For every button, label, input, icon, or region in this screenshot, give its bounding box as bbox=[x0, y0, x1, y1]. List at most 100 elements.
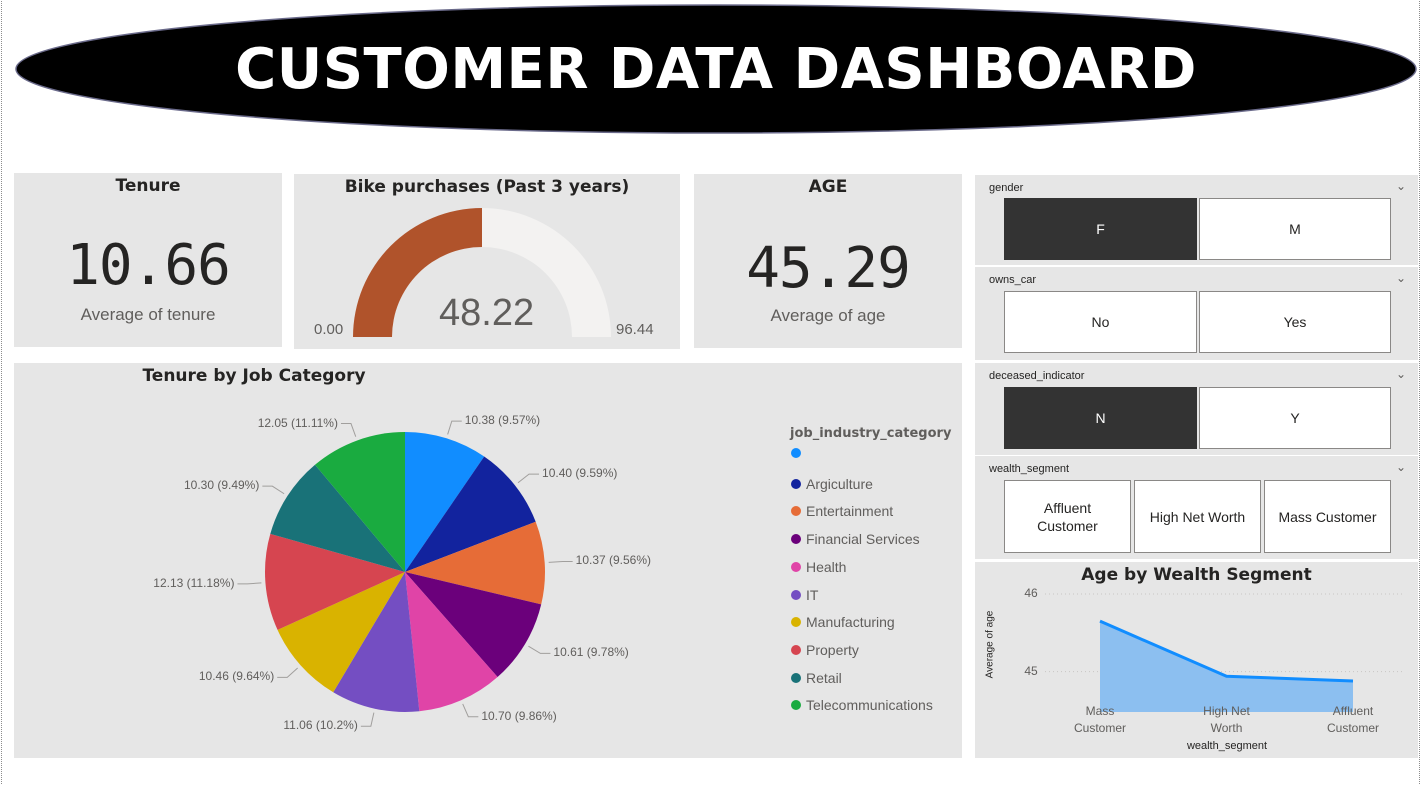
gauge-max-label: 96.44 bbox=[616, 321, 654, 338]
wealth-option-high-net-worth[interactable]: High Net Worth bbox=[1134, 480, 1261, 553]
x-tick-label: Affluent Customer bbox=[1303, 703, 1403, 737]
x-tick-label-line: Customer bbox=[1326, 721, 1379, 735]
tenure-card-title: Tenure bbox=[115, 176, 181, 196]
x-tick-label-line: Worth bbox=[1210, 721, 1243, 735]
owns-car-slicer[interactable]: owns_car ⌄ No Yes bbox=[975, 267, 1418, 360]
gender-slicer[interactable]: gender ⌄ F M bbox=[975, 175, 1418, 265]
chevron-down-icon[interactable]: ⌄ bbox=[1396, 271, 1406, 285]
pie-leader-line bbox=[517, 473, 540, 484]
deceased-option-y[interactable]: Y bbox=[1199, 387, 1391, 449]
chevron-down-icon[interactable]: ⌄ bbox=[1396, 179, 1406, 193]
legend-label: Retail bbox=[806, 669, 842, 686]
legend-dot-icon bbox=[791, 534, 801, 545]
legend-label: Health bbox=[806, 558, 847, 575]
legend-dot-icon bbox=[791, 644, 801, 655]
legend-dot-icon bbox=[791, 700, 801, 711]
pie-leader-line bbox=[340, 423, 357, 437]
age-value: 45.29 bbox=[746, 236, 911, 301]
owns-car-slicer-label: owns_car bbox=[989, 274, 1037, 286]
wealth-option-affluent[interactable]: Affluent Customer bbox=[1004, 480, 1131, 553]
gauge-min-label: 0.00 bbox=[314, 321, 344, 338]
legend-title: job_industry_category bbox=[790, 426, 952, 441]
x-tick-label-line: Affluent bbox=[1332, 704, 1374, 718]
legend-label: Entertainment bbox=[806, 503, 894, 520]
pie-leader-line bbox=[447, 420, 462, 435]
legend-item[interactable]: Financial Services bbox=[791, 531, 920, 547]
age-label: Average of age bbox=[770, 306, 886, 325]
pie-data-label: 10.46 (9.64%) bbox=[198, 669, 275, 684]
bike-purchases-card[interactable]: Bike purchases (Past 3 years) 48.22 0.00… bbox=[294, 174, 680, 349]
x-tick-label-line: Mass bbox=[1085, 704, 1115, 718]
legend-label: IT bbox=[806, 586, 819, 603]
gender-slicer-label: gender bbox=[989, 182, 1024, 194]
x-tick-label-line: High Net bbox=[1203, 704, 1250, 718]
gender-option-f[interactable]: F bbox=[1004, 198, 1197, 260]
legend-label: Argiculture bbox=[806, 475, 873, 492]
gender-option-m[interactable]: M bbox=[1199, 198, 1391, 260]
pie-data-label: 10.61 (9.78%) bbox=[553, 645, 629, 660]
pie-data-label: 10.37 (9.56%) bbox=[575, 553, 652, 568]
legend-item[interactable]: Health bbox=[791, 559, 846, 575]
title-banner: CUSTOMER DATA DASHBOARD bbox=[14, 2, 1418, 136]
page-title: CUSTOMER DATA DASHBOARD bbox=[235, 36, 1197, 102]
pie-leader-line bbox=[262, 485, 285, 495]
tenure-value: 10.66 bbox=[66, 233, 231, 298]
pie-leader-line bbox=[237, 582, 262, 585]
area-fill[interactable] bbox=[1100, 621, 1353, 712]
pie-data-label: 10.38 (9.57%) bbox=[464, 413, 541, 428]
pie-data-label: 10.70 (9.86%) bbox=[481, 708, 557, 723]
pie-leader-line bbox=[360, 712, 375, 727]
x-axis-title: wealth_segment bbox=[1186, 740, 1268, 752]
chevron-down-icon[interactable]: ⌄ bbox=[1396, 460, 1406, 474]
wealth-segment-slicer-label: wealth_segment bbox=[989, 463, 1070, 475]
tenure-by-job-card[interactable]: Tenure by Job Category 10.38 (9.57%) 10.4… bbox=[14, 363, 962, 758]
legend-dot-icon bbox=[791, 617, 801, 628]
pie-data-label: 11.06 (10.2%) bbox=[283, 718, 358, 733]
chevron-down-icon[interactable]: ⌄ bbox=[1396, 367, 1406, 381]
legend-item[interactable]: IT bbox=[791, 587, 818, 603]
pie-leader-line bbox=[548, 560, 573, 563]
legend-label: Manufacturing bbox=[806, 614, 895, 631]
legend-item[interactable]: Telecommunications bbox=[791, 697, 933, 713]
tenure-label: Average of tenure bbox=[80, 305, 216, 324]
pie-leader-line bbox=[528, 645, 551, 654]
y-tick-label: 46 bbox=[1024, 585, 1038, 600]
x-tick-label: High Net Worth bbox=[1177, 703, 1277, 737]
age-card[interactable]: AGE 45.29 Average of age bbox=[694, 174, 962, 348]
legend-label: Telecommunications bbox=[806, 697, 933, 714]
legend-item[interactable]: Property bbox=[791, 642, 859, 658]
legend-label: Property bbox=[806, 641, 859, 658]
x-tick-label: Mass Customer bbox=[1050, 703, 1150, 737]
pie-leader-line bbox=[462, 703, 479, 718]
x-tick-label-line: Customer bbox=[1073, 721, 1126, 735]
pie-data-label: 12.05 (11.11%) bbox=[257, 415, 338, 430]
legend-dot-icon bbox=[791, 672, 801, 683]
age-by-wealth-card[interactable]: Age by Wealth Segment 46 45 Mass Customer Hi… bbox=[975, 562, 1418, 758]
deceased-indicator-slicer-label: deceased_indicator bbox=[989, 370, 1085, 382]
legend-dot-icon bbox=[791, 506, 801, 517]
wealth-option-mass[interactable]: Mass Customer bbox=[1264, 480, 1391, 553]
deceased-option-n[interactable]: N bbox=[1004, 387, 1197, 449]
legend-item[interactable]: Retail bbox=[791, 670, 842, 686]
pie-data-label: 12.13 (11.18%) bbox=[153, 575, 235, 590]
legend-label: Financial Services bbox=[806, 531, 920, 548]
legend-dot-icon bbox=[791, 448, 801, 458]
legend-item[interactable]: Argiculture bbox=[791, 476, 873, 492]
owns-car-option-no[interactable]: No bbox=[1004, 291, 1197, 353]
legend-item[interactable]: Manufacturing bbox=[791, 614, 895, 630]
y-axis-title: Average of age bbox=[984, 610, 996, 679]
pie-leader-line bbox=[277, 667, 298, 678]
owns-car-option-yes[interactable]: Yes bbox=[1199, 291, 1391, 353]
legend-dot-icon bbox=[791, 478, 801, 489]
legend-dot-icon bbox=[791, 589, 801, 600]
tenure-card[interactable]: Tenure 10.66 Average of tenure bbox=[14, 173, 282, 347]
pie-data-label: 10.30 (9.49%) bbox=[183, 478, 260, 493]
deceased-indicator-slicer[interactable]: deceased_indicator ⌄ N Y bbox=[975, 363, 1418, 455]
legend-item[interactable] bbox=[791, 448, 806, 458]
wealth-segment-slicer[interactable]: wealth_segment ⌄ Affluent Customer High … bbox=[975, 456, 1418, 559]
legend-item[interactable]: Entertainment bbox=[791, 503, 893, 519]
gauge-value-label: 48.22 bbox=[439, 292, 535, 334]
legend-dot-icon bbox=[791, 561, 801, 572]
y-tick-label: 45 bbox=[1024, 663, 1038, 678]
pie-data-label: 10.40 (9.59%) bbox=[542, 466, 618, 481]
